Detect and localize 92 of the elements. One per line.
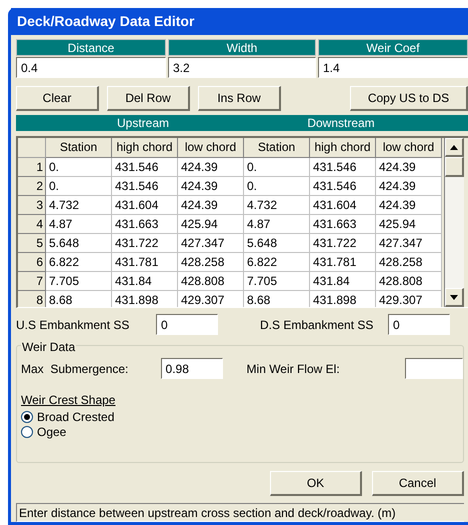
scrollbar[interactable] (444, 138, 464, 307)
column-header[interactable]: Station (46, 138, 112, 158)
row-header[interactable]: 6 (18, 253, 46, 272)
input-field[interactable]: 3.2 (168, 57, 316, 78)
column-header: Weir Coef (318, 39, 468, 56)
table-cell: 431.898 (310, 291, 376, 307)
table-cell: 4.732 (46, 196, 112, 215)
table-cell: 424.39 (178, 158, 244, 177)
table-cell: 425.94 (376, 215, 442, 234)
action-button[interactable]: Del Row (107, 86, 190, 111)
table-cell: 428.258 (178, 253, 244, 272)
table-cell: 0. (244, 158, 310, 177)
table-cell: 431.84 (112, 272, 178, 291)
field-label: U.S Embankment SS (16, 316, 130, 334)
table-cell: 428.258 (376, 253, 442, 272)
table-cell: 424.39 (376, 196, 442, 215)
dialog-button[interactable]: Cancel (372, 471, 464, 496)
row-header[interactable]: 7 (18, 272, 46, 291)
table-cell: 4.87 (46, 215, 112, 234)
group-header: Upstream (116, 115, 170, 131)
row-header[interactable]: 3 (18, 196, 46, 215)
table-cell: 424.39 (178, 196, 244, 215)
table-cell: 431.663 (112, 215, 178, 234)
column-header[interactable]: high chord (310, 138, 376, 158)
dialog-button[interactable]: OK (270, 471, 362, 496)
table-cell: 431.722 (310, 234, 376, 253)
field-label: Min Weir Flow El: (246, 360, 341, 378)
table-cell: 424.39 (376, 158, 442, 177)
table-cell: 424.39 (178, 177, 244, 196)
table-cell: 431.546 (310, 158, 376, 177)
row-header[interactable]: 2 (18, 177, 46, 196)
input-field[interactable]: 0 (388, 314, 450, 335)
column-header: Width (168, 39, 316, 56)
corner-cell (18, 138, 46, 158)
input-field[interactable]: 0.98 (160, 358, 223, 379)
table-cell: 431.722 (112, 234, 178, 253)
table-cell: 429.307 (376, 291, 442, 307)
table-cell: 431.781 (112, 253, 178, 272)
row-header[interactable]: 4 (18, 215, 46, 234)
column-header[interactable]: Station (244, 138, 310, 158)
table-cell: 427.347 (178, 234, 244, 253)
status-bar: Enter distance between upstream cross section and deck/roadway. (m) (16, 503, 464, 522)
input-field[interactable]: 0.4 (16, 57, 166, 78)
table-cell: 5.648 (244, 234, 310, 253)
table-cell: 431.546 (310, 177, 376, 196)
table-cell: 428.808 (376, 272, 442, 291)
column-header: Distance (16, 39, 166, 56)
input-field[interactable]: 0 (156, 314, 218, 335)
table-cell: 425.94 (178, 215, 244, 234)
table-cell: 431.663 (310, 215, 376, 234)
table-cell: 429.307 (178, 291, 244, 307)
table-cell: 431.604 (310, 196, 376, 215)
section-label: Weir Crest Shape (21, 392, 116, 409)
table-cell: 427.347 (376, 234, 442, 253)
scroll-thumb[interactable] (445, 157, 464, 177)
table-cell: 431.898 (112, 291, 178, 307)
table-cell: 424.39 (376, 177, 442, 196)
table-cell: 431.781 (310, 253, 376, 272)
field-label: Max Submergence: (21, 360, 130, 378)
field-label: D.S Embankment SS (260, 316, 374, 334)
table-cell: 0. (244, 177, 310, 196)
table-cell: 6.822 (244, 253, 310, 272)
table-cell: 6.822 (46, 253, 112, 272)
radio-option[interactable]: Ogee (21, 424, 66, 439)
table-cell: 0. (46, 158, 112, 177)
column-header[interactable]: low chord (178, 138, 244, 158)
input-field[interactable]: 1.4 (318, 57, 468, 78)
table-cell: 8.68 (244, 291, 310, 307)
group-header: Downstream (306, 115, 376, 131)
table-cell: 431.546 (112, 158, 178, 177)
row-header[interactable]: 1 (18, 158, 46, 177)
table-cell: 7.705 (244, 272, 310, 291)
action-button[interactable]: Ins Row (198, 86, 281, 111)
input-field[interactable] (405, 358, 463, 379)
table-cell: 431.604 (112, 196, 178, 215)
action-button[interactable]: Copy US to DS (350, 86, 468, 111)
column-header[interactable]: low chord (376, 138, 442, 158)
table-cell: 5.648 (46, 234, 112, 253)
scroll-up-icon[interactable] (445, 138, 464, 157)
table-cell: 428.808 (178, 272, 244, 291)
table-cell: 4.732 (244, 196, 310, 215)
table-cell: 4.87 (244, 215, 310, 234)
column-header[interactable]: high chord (112, 138, 178, 158)
radio-option[interactable]: Broad Crested (21, 409, 114, 424)
table-cell: 8.68 (46, 291, 112, 307)
action-button[interactable]: Clear (16, 86, 99, 111)
table-cell: 7.705 (46, 272, 112, 291)
row-header[interactable]: 5 (18, 234, 46, 253)
table-cell: 431.546 (112, 177, 178, 196)
scroll-down-icon[interactable] (445, 288, 464, 307)
table-cell: 0. (46, 177, 112, 196)
table-cell: 431.84 (310, 272, 376, 291)
